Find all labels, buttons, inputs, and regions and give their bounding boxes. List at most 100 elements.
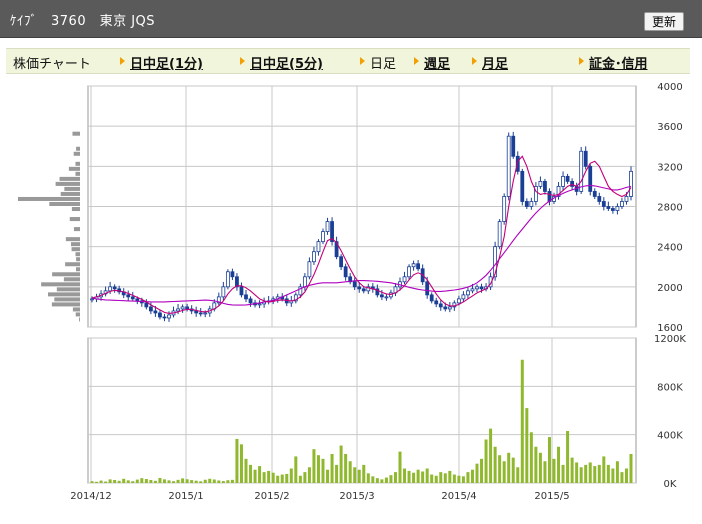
volume-bar	[366, 473, 370, 483]
candle-down	[244, 294, 248, 300]
candle-up	[466, 290, 470, 296]
volume-bar	[249, 464, 253, 483]
candle-down	[583, 150, 588, 167]
profile-bar	[18, 196, 80, 201]
volume-bar	[326, 469, 330, 483]
volume-bar	[547, 437, 551, 483]
x-tick-label: 2015/5	[534, 491, 569, 502]
candle-down	[144, 302, 149, 308]
volume-bar	[452, 474, 456, 483]
volume-bar	[529, 432, 533, 483]
profile-bar	[75, 161, 80, 166]
volume-bar	[416, 469, 420, 483]
volume-bar	[307, 467, 311, 483]
candle-down	[162, 316, 167, 319]
candle-up	[167, 314, 171, 319]
volume-bar	[448, 470, 452, 483]
profile-bar	[68, 166, 80, 171]
candle-down	[434, 300, 439, 305]
candle-down	[416, 263, 421, 270]
volume-bar	[199, 481, 203, 483]
volume-bar	[226, 480, 230, 483]
profile-bar	[49, 201, 80, 206]
candle-up	[108, 286, 113, 292]
candle-up	[384, 296, 389, 299]
candle-up	[629, 170, 633, 197]
candle-down	[429, 294, 434, 302]
profile-bar	[56, 287, 80, 292]
price-tick-label: 1600	[657, 323, 682, 334]
candle-down	[425, 281, 430, 296]
volume-bar	[239, 444, 243, 483]
profile-bar	[75, 267, 80, 272]
volume-bar	[421, 471, 425, 483]
candle-down	[438, 303, 443, 308]
volume-bar	[108, 479, 112, 483]
moving-averages	[91, 155, 632, 314]
candle-up	[538, 180, 543, 187]
candle-up	[475, 286, 479, 290]
profile-bar	[71, 247, 80, 252]
volume-bar	[597, 464, 601, 483]
volume-bar	[316, 455, 320, 483]
volume-bar	[511, 457, 515, 483]
volume-bar	[122, 478, 126, 483]
volume-bar	[126, 480, 130, 483]
candle-up	[176, 308, 180, 312]
candle-up	[312, 251, 316, 263]
volume-bar	[439, 472, 443, 483]
candle-up	[221, 286, 226, 298]
profile-bar	[41, 282, 80, 287]
volume-bar	[158, 477, 162, 483]
stock-chart: 1600 2000 2400 2800 3200 3600 4000 0K 400K 800K 12…	[18, 82, 686, 502]
candle-up	[407, 266, 411, 278]
profile-bar	[64, 186, 80, 191]
volume-bar	[335, 464, 339, 483]
candle-down	[112, 286, 117, 290]
volume-bar	[95, 481, 99, 483]
candle-down	[543, 180, 547, 192]
volume-bar	[593, 466, 597, 483]
profile-bar	[75, 171, 80, 176]
volume-bar	[611, 468, 615, 483]
candle-up	[620, 201, 624, 207]
candle-down	[601, 201, 606, 207]
candle-down	[352, 281, 357, 288]
candle-up	[325, 221, 330, 233]
candle-up	[561, 175, 565, 187]
candle-down	[565, 175, 570, 182]
volume-bar	[380, 479, 384, 483]
profile-bar	[65, 262, 80, 267]
ma-short-line	[91, 155, 632, 314]
volume-bar	[140, 478, 144, 483]
profile-bar	[79, 317, 80, 322]
volume-bar	[267, 470, 271, 483]
volume-bar	[176, 479, 180, 483]
volume-bar	[172, 481, 176, 483]
volume-bar	[258, 466, 262, 483]
profile-bar	[52, 272, 80, 277]
volume-tick-label: 0K	[664, 479, 677, 490]
candle-up	[257, 303, 262, 306]
profile-bar	[51, 302, 80, 307]
volume-bar	[113, 479, 117, 483]
candle-down	[130, 296, 135, 300]
candle-down	[230, 271, 235, 278]
profile-bar	[55, 181, 80, 186]
profile-bar	[72, 307, 80, 312]
volume-bar	[253, 469, 257, 483]
candle-down	[248, 298, 253, 304]
volume-bar	[552, 458, 556, 483]
volume-bar	[393, 472, 397, 483]
candle-down	[148, 306, 153, 312]
candle-down	[343, 266, 348, 278]
volume-bar	[520, 359, 524, 483]
profile-bar	[54, 297, 80, 302]
volume-bar	[516, 467, 520, 483]
candle-up	[180, 306, 185, 310]
candle-up	[506, 135, 511, 197]
candle-up	[316, 241, 321, 253]
volume-bar	[629, 454, 633, 483]
profile-bar	[69, 217, 80, 222]
volume-bar	[348, 461, 352, 483]
